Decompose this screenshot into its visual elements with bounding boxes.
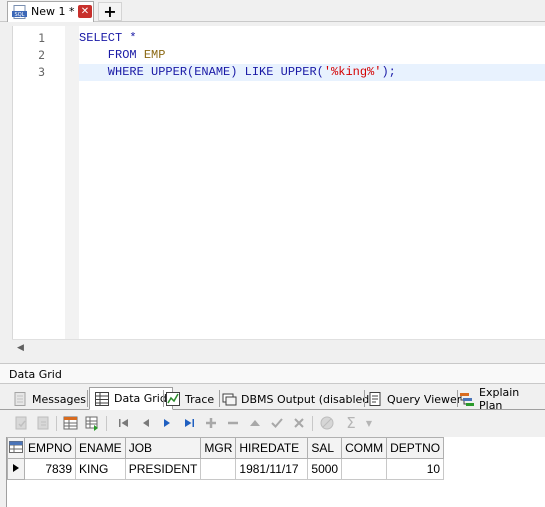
code-token: SELECT * [79,31,137,45]
rollback-icon[interactable] [34,414,52,432]
tab-explain-plan[interactable]: Explain Plan [459,386,545,412]
explain-plan-icon [459,391,475,407]
column-header-job[interactable]: JOB [124,437,202,459]
first-record-icon[interactable] [115,414,133,432]
last-record-icon[interactable] [180,414,198,432]
code-line[interactable]: FROM EMP [79,47,545,64]
line-number: 2 [38,48,45,62]
sql-file-icon: SQL [12,5,27,19]
messages-icon [12,391,28,407]
post-edit-icon[interactable] [268,414,286,432]
tab-separator [457,390,458,407]
column-header-ename[interactable]: ENAME [75,437,126,459]
trace-icon [165,391,181,407]
code-token: ); [381,65,396,79]
next-record-icon[interactable] [158,414,176,432]
tab-label: Trace [185,392,215,406]
cell-job[interactable]: PRESIDENT [124,458,202,480]
cell-empno[interactable]: 7839 [23,458,77,480]
tab-query-viewer[interactable]: Query Viewer [367,388,461,410]
tab-label: Query Viewer [387,392,462,406]
tab-separator [364,390,365,407]
tab-data-grid[interactable]: Data Grid [89,387,173,410]
document-tab-bar: SQL New 1 * ✕ + [0,0,545,22]
svg-text:SQL: SQL [15,12,25,18]
code-token: EMP [143,48,166,62]
tab-dbms-output-disabled[interactable]: DBMS Output (disabled) [221,388,374,410]
data-grid[interactable]: EMPNO ENAME JOB MGR HIREDATE SAL COMM DEPTNO 78… [6,437,545,507]
dbms-output-icon [221,391,237,407]
code-line[interactable]: SELECT * [79,30,545,47]
line-number: 3 [38,65,45,79]
table-row[interactable]: 7839 KING PRESIDENT 1981/11/17 5000 10 [7,458,445,480]
sql-editor[interactable]: 1 2 3 SELECT * FROM EMP WHERE UPPER(ENAME)… [12,26,545,339]
delete-record-icon[interactable] [224,414,242,432]
sum-icon[interactable]: Σ [342,414,360,432]
cell-comm[interactable] [341,458,388,480]
column-header-hiredate[interactable]: HIREDATE [235,437,309,459]
column-header-deptno[interactable]: DEPTNO [386,437,445,459]
filter-icon[interactable] [318,414,336,432]
line-number-gutter: 1 2 3 [13,26,65,339]
select-all-icon[interactable] [7,437,25,459]
tab-label: Data Grid [114,392,167,405]
prior-record-icon[interactable] [137,414,155,432]
sum-dropdown-icon[interactable]: ▼ [360,414,378,432]
results-table: EMPNO ENAME JOB MGR HIREDATE SAL COMM DEPTNO 78… [7,437,445,480]
grid-toolbar: Σ ▼ [0,410,545,436]
horizontal-scrollbar[interactable]: ◀ [12,339,545,356]
line-number: 1 [38,31,45,45]
current-row-indicator-icon[interactable] [7,458,25,480]
grid-view-icon[interactable] [62,414,80,432]
code-line[interactable]: WHERE UPPER(ENAME) LIKE UPPER('%king%'); [79,64,545,81]
cell-deptno[interactable]: 10 [386,458,445,480]
tab-separator [219,390,220,407]
code-token: WHERE UPPER(ENAME) LIKE UPPER( [79,65,324,79]
document-tab[interactable]: SQL New 1 * ✕ [7,1,94,22]
tab-separator [163,390,164,407]
cancel-edit-icon[interactable] [290,414,308,432]
column-header-empno[interactable]: EMPNO [23,437,77,459]
tab-label: Explain Plan [479,386,520,412]
document-tab-title: New 1 * [31,5,75,18]
toolbar-separator [312,416,313,431]
close-tab-icon[interactable]: ✕ [78,5,92,18]
query-viewer-icon [367,391,383,407]
grid-header-row: EMPNO ENAME JOB MGR HIREDATE SAL COMM DEPTNO [7,437,445,459]
commit-icon[interactable] [12,414,30,432]
insert-record-icon[interactable] [202,414,220,432]
results-panel-title: Data Grid [9,368,62,381]
tab-label: DBMS Output (disabled) [241,392,374,406]
column-header-sal[interactable]: SAL [307,437,343,459]
column-header-comm[interactable]: COMM [341,437,388,459]
tab-messages[interactable]: Messages [12,388,86,410]
tab-label: Messages [32,392,86,406]
column-header-mgr[interactable]: MGR [200,437,237,459]
new-tab-button[interactable]: + [98,2,122,21]
edit-record-icon[interactable] [246,414,264,432]
code-area[interactable]: SELECT * FROM EMP WHERE UPPER(ENAME) LIK… [79,26,545,339]
cell-mgr[interactable] [200,458,237,480]
code-token: '%king%' [323,65,382,79]
cell-ename[interactable]: KING [75,458,126,480]
scroll-left-icon[interactable]: ◀ [12,340,29,357]
result-tabs: Messages Data Grid Trace DBMS Output (disab… [0,386,545,412]
toolbar-separator [106,416,107,431]
results-panel-header: Data Grid [0,363,545,384]
data-grid-icon [94,391,110,407]
export-grid-icon[interactable] [84,414,102,432]
tab-separator [87,390,88,407]
code-token: FROM [79,48,144,62]
cell-sal[interactable]: 5000 [307,458,343,480]
cell-hiredate[interactable]: 1981/11/17 [235,458,309,480]
tab-trace[interactable]: Trace [165,388,214,410]
toolbar-separator [56,416,57,431]
fold-margin [65,26,79,339]
